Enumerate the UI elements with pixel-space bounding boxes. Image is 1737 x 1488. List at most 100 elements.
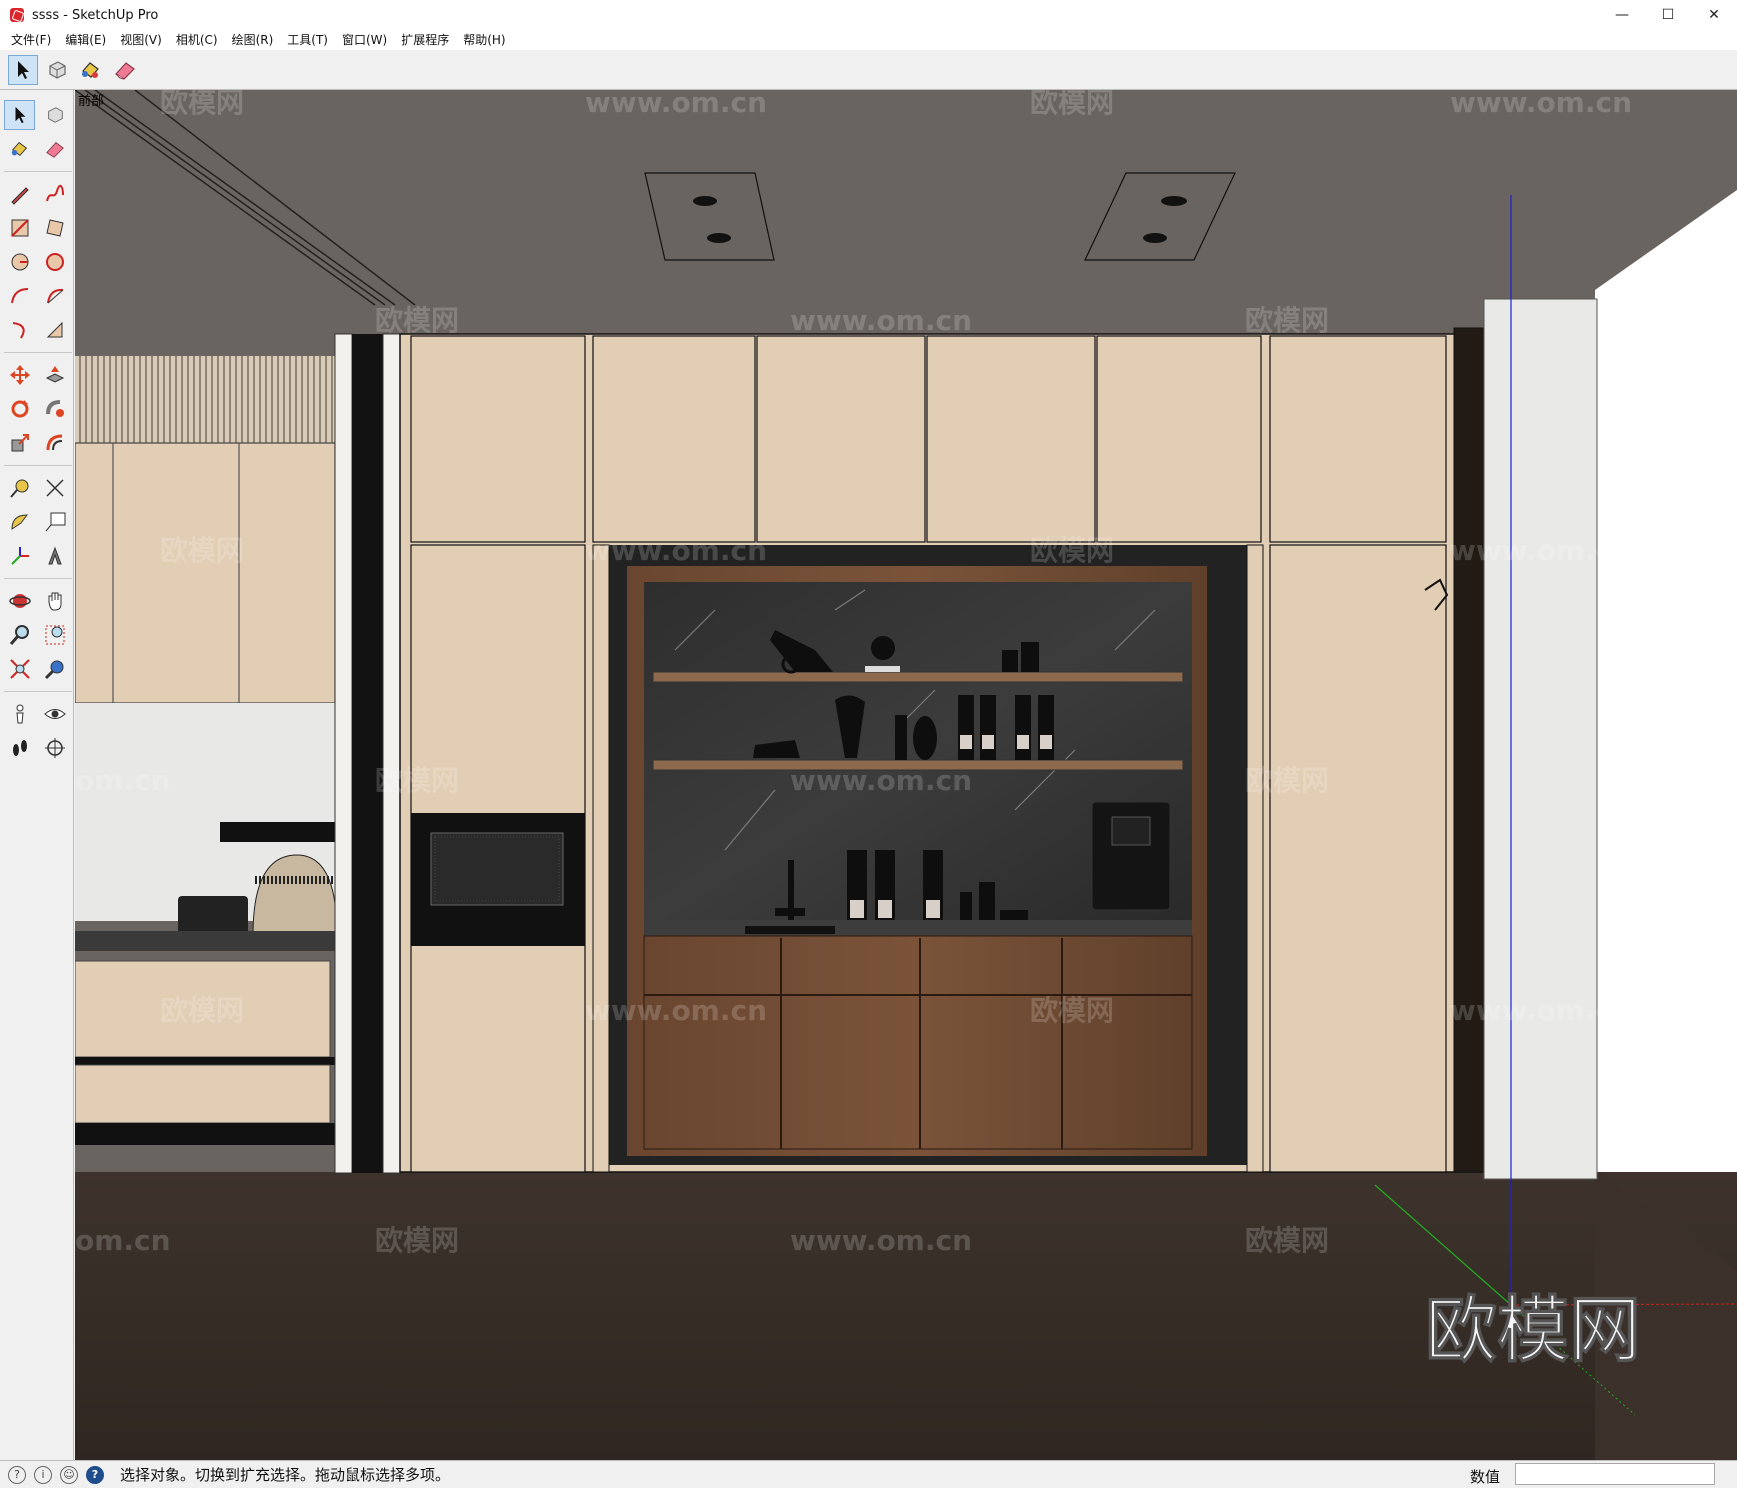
polygon-icon bbox=[44, 251, 66, 273]
tool-rectangle[interactable] bbox=[4, 213, 35, 243]
tool-arc[interactable] bbox=[4, 281, 35, 311]
geo-location-icon[interactable]: ? bbox=[8, 1466, 26, 1484]
scene-tab-label[interactable]: 前部 bbox=[78, 90, 104, 109]
tool-axes[interactable] bbox=[4, 541, 35, 571]
menu-view[interactable]: 视图(V) bbox=[113, 30, 169, 50]
menu-window[interactable]: 窗口(W) bbox=[335, 30, 394, 50]
svg-text:欧模网: 欧模网 bbox=[1245, 304, 1329, 337]
tool-eraser[interactable] bbox=[39, 134, 70, 164]
menu-tools[interactable]: 工具(T) bbox=[280, 30, 335, 50]
svg-text:www.om.cn: www.om.cn bbox=[585, 534, 767, 567]
pie-icon bbox=[44, 285, 66, 307]
svg-text:www.om.cn: www.om.cn bbox=[1450, 90, 1632, 119]
tool-circle[interactable] bbox=[4, 247, 35, 277]
niche-right-pocket-door bbox=[1247, 545, 1263, 1172]
measurements-input[interactable] bbox=[1515, 1463, 1715, 1485]
minimize-button[interactable]: — bbox=[1599, 0, 1645, 30]
eraser-icon bbox=[44, 139, 66, 159]
svg-text:欧模网: 欧模网 bbox=[1245, 764, 1329, 797]
tool-3point-arc[interactable] bbox=[39, 315, 70, 345]
arrow-cursor-icon bbox=[13, 59, 33, 81]
right-marble-column bbox=[1484, 299, 1597, 1179]
toolbar-separator bbox=[4, 578, 72, 579]
black-column bbox=[352, 334, 383, 1173]
paint-bucket-icon bbox=[79, 59, 103, 81]
toaster bbox=[178, 896, 248, 936]
pan-hand-icon bbox=[44, 590, 66, 612]
tool-text[interactable] bbox=[39, 507, 70, 537]
tool-walk[interactable] bbox=[4, 733, 35, 763]
menu-file[interactable]: 文件(F) bbox=[4, 30, 58, 50]
title-bar: ssss - SketchUp Pro — ☐ ✕ bbox=[0, 0, 1737, 30]
eraser-button[interactable] bbox=[110, 55, 140, 85]
paint-bucket-button[interactable] bbox=[76, 55, 106, 85]
model-viewport[interactable]: 欧模网 www.om.cn 欧模网 www.om.cn 欧模网 www.om.c… bbox=[75, 90, 1737, 1460]
tool-rotate[interactable] bbox=[4, 394, 35, 424]
credits-icon[interactable]: i bbox=[34, 1466, 52, 1484]
menu-bar: 文件(F) 编辑(E) 视图(V) 相机(C) 绘图(R) 工具(T) 窗口(W… bbox=[0, 30, 1737, 50]
svg-text:欧模网: 欧模网 bbox=[375, 304, 459, 337]
select-tool-button[interactable] bbox=[8, 55, 38, 85]
tool-rotated-rectangle[interactable] bbox=[39, 213, 70, 243]
tool-offset[interactable] bbox=[39, 428, 70, 458]
person-icon bbox=[9, 703, 31, 725]
maximize-button[interactable]: ☐ bbox=[1645, 0, 1691, 30]
niche-countertop bbox=[644, 920, 1192, 936]
svg-text:www.om.cn: www.om.cn bbox=[790, 304, 972, 337]
tool-3d-text[interactable] bbox=[39, 541, 70, 571]
tool-zoom[interactable] bbox=[4, 620, 35, 650]
tool-move[interactable] bbox=[4, 360, 35, 390]
svg-text:欧模网: 欧模网 bbox=[1245, 1224, 1329, 1257]
tool-protractor[interactable] bbox=[4, 507, 35, 537]
magnifier-icon bbox=[9, 624, 31, 646]
orbit-icon bbox=[9, 590, 31, 612]
tool-pan[interactable] bbox=[39, 586, 70, 616]
make-component-button[interactable] bbox=[42, 55, 72, 85]
tool-scale[interactable] bbox=[4, 428, 35, 458]
tool-2point-arc[interactable] bbox=[4, 315, 35, 345]
previous-view-icon bbox=[44, 658, 66, 680]
tool-paint[interactable] bbox=[4, 134, 35, 164]
eraser-icon bbox=[113, 59, 137, 81]
scale-icon bbox=[9, 432, 31, 454]
move-arrows-icon bbox=[9, 364, 31, 386]
toolbar-separator bbox=[4, 691, 72, 692]
menu-draw[interactable]: 绘图(R) bbox=[225, 30, 281, 50]
tool-previous-view[interactable] bbox=[39, 654, 70, 684]
svg-text:欧模网: 欧模网 bbox=[375, 1224, 459, 1257]
rotate-icon bbox=[9, 398, 31, 420]
tool-line[interactable] bbox=[4, 179, 35, 209]
tool-tape-measure[interactable] bbox=[4, 473, 35, 503]
right-dark-cabinet bbox=[1454, 328, 1484, 1172]
3d-text-icon bbox=[44, 545, 66, 567]
tool-component[interactable] bbox=[39, 100, 70, 130]
upper-cabinet-doors bbox=[411, 336, 1446, 542]
tool-orbit[interactable] bbox=[4, 586, 35, 616]
protractor-icon bbox=[9, 511, 31, 533]
user-account-icon[interactable]: ☺ bbox=[60, 1466, 78, 1484]
menu-help[interactable]: 帮助(H) bbox=[456, 30, 512, 50]
three-point-arc-icon bbox=[44, 319, 66, 341]
tool-polygon[interactable] bbox=[39, 247, 70, 277]
tool-select[interactable] bbox=[4, 100, 35, 130]
tool-freehand[interactable] bbox=[39, 179, 70, 209]
tool-zoom-window[interactable] bbox=[39, 620, 70, 650]
tool-pie[interactable] bbox=[39, 281, 70, 311]
tape-measure-icon bbox=[9, 477, 31, 499]
tool-zoom-extents[interactable] bbox=[4, 654, 35, 684]
tool-push-pull[interactable] bbox=[39, 360, 70, 390]
window-controls: — ☐ ✕ bbox=[1599, 0, 1737, 30]
menu-extensions[interactable]: 扩展程序 bbox=[394, 30, 456, 50]
tool-position-camera[interactable] bbox=[4, 699, 35, 729]
niche-left-pocket-door bbox=[593, 545, 609, 1172]
tool-dimension[interactable] bbox=[39, 473, 70, 503]
help-icon[interactable]: ? bbox=[86, 1466, 104, 1484]
menu-camera[interactable]: 相机(C) bbox=[169, 30, 225, 50]
tool-follow-me[interactable] bbox=[39, 394, 70, 424]
offset-icon bbox=[44, 432, 66, 454]
close-button[interactable]: ✕ bbox=[1691, 0, 1737, 30]
tool-section-plane[interactable] bbox=[39, 733, 70, 763]
getting-started-toolbar bbox=[0, 50, 1737, 90]
menu-edit[interactable]: 编辑(E) bbox=[58, 30, 113, 50]
tool-look-around[interactable] bbox=[39, 699, 70, 729]
